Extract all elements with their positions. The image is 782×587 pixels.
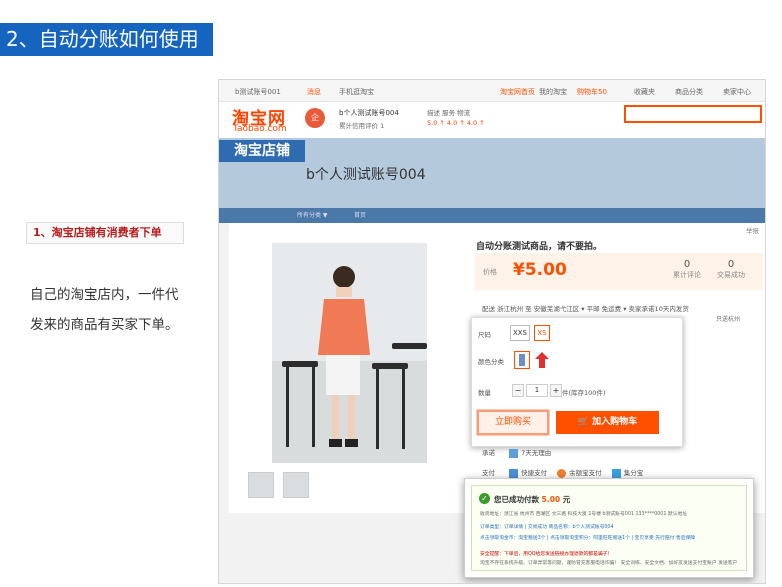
taobao-screenshot: b测试账号001 消息 手机逛淘宝 淘宝网首页 我的淘宝 购物车50 收藏夹 商… — [218, 79, 766, 584]
seller-center-link[interactable]: 卖家中心 — [723, 87, 751, 97]
rating-values: 5.0 ↑ 4.0 ↑ 4.0 ↑ — [427, 119, 485, 127]
yuebao-icon — [557, 468, 567, 478]
step-label: 1、淘宝店铺有消费者下单 — [26, 222, 184, 244]
step-description: 自己的淘宝店内，一件代发来的商品有买家下单。 — [30, 287, 179, 333]
mobile-link[interactable]: 手机逛淘宝 — [339, 87, 374, 97]
nav-all-categories[interactable]: 所有分类 ▼ — [297, 208, 328, 223]
promise-label: 承诺 — [482, 449, 495, 457]
color-swatch-2[interactable] — [534, 351, 550, 369]
cart-icon: 🛒 — [577, 417, 593, 427]
color-label: 颜色分类 — [478, 358, 504, 366]
size-label: 尺码 — [478, 331, 491, 339]
favorites-link[interactable]: 收藏夹 — [634, 87, 655, 97]
promise-row: 承诺 7天无理由 — [482, 447, 551, 458]
promise-value: 7天无理由 — [521, 449, 552, 457]
shop-tag: 淘宝店铺 — [219, 140, 305, 162]
my-taobao-link[interactable]: 我的淘宝 — [539, 87, 567, 97]
success-title-suffix: 元 — [562, 495, 571, 504]
cart-link[interactable]: 购物车50 — [577, 87, 607, 97]
add-to-cart-label: 加入购物车 — [592, 417, 638, 427]
enterprise-shop-icon: 企 — [305, 108, 325, 128]
pay-label: 支付 — [482, 469, 495, 477]
buy-now-button[interactable]: 立即购买 — [478, 411, 548, 434]
payment-success-panel: ✓ 您已成功付款 5.00 元 收货地址：浙江省 杭州市 西湖区 文三路 科技大… — [464, 478, 754, 578]
messages-link[interactable]: 消息 — [307, 87, 321, 97]
account-link[interactable]: b测试账号001 — [235, 87, 281, 97]
shop-banner: 淘宝店铺 b个人测试账号004 — [219, 138, 765, 208]
red-shirt-icon — [535, 352, 549, 368]
pay-option-quick: 快捷支付 — [521, 469, 548, 477]
pay-option-jifenbao: 集分宝 — [623, 469, 644, 477]
size-option-xs[interactable]: XS — [534, 325, 550, 341]
product-image[interactable] — [272, 243, 427, 463]
categories-link[interactable]: 商品分类 — [675, 87, 703, 97]
success-amount: 5.00 — [541, 495, 561, 504]
shop-name: b个人测试账号004 — [306, 167, 426, 183]
stock-note: 件(库存100件) — [562, 389, 606, 397]
success-security-warning: 安全提醒：下单后，用QQ给您发送链接办理退款的都是骗子！ — [480, 552, 613, 557]
nav-home[interactable]: 首页 — [354, 208, 366, 223]
color-swatch-1-image — [519, 354, 525, 366]
price-label: 价格 — [483, 268, 497, 276]
seven-days-icon — [509, 448, 519, 458]
success-rewards[interactable]: 点击领取淘金币：淘宝赠送3个 | 点击领取淘宝积分：阿里旺旺赠送1个 | 宝贝享… — [480, 534, 695, 541]
success-address: 收货地址：浙江省 杭州市 西湖区 文三路 科技大厦 1号楼 b测试账号001 1… — [480, 512, 688, 517]
product-title: 自动分账测试商品，请不要拍。 — [476, 242, 603, 252]
site-header: 淘宝网 Taobao.com 企 b个人测试账号004 累计信用评价 1 描述 … — [219, 102, 765, 138]
qty-input[interactable]: 1 — [526, 384, 548, 397]
qty-decrease-button[interactable]: − — [512, 384, 524, 397]
qty-label: 数量 — [478, 389, 491, 397]
price-value: ¥5.00 — [513, 260, 567, 280]
jifenbao-icon — [611, 468, 621, 478]
taobao-logo-en: Taobao.com — [233, 124, 287, 134]
thumbnail-1[interactable] — [248, 472, 274, 498]
payment-row: 支付 快捷支付 余额宝支付 集分宝 — [482, 467, 643, 478]
success-check-icon: ✓ — [479, 493, 490, 504]
home-link[interactable]: 淘宝网首页 — [500, 87, 535, 97]
add-to-cart-button[interactable]: 🛒 加入购物车 — [556, 411, 659, 434]
success-title-prefix: 您已成功付款 — [494, 495, 539, 504]
shop-rating: 描述 服务 物流 5.0 ↑ 4.0 ↑ 4.0 ↑ — [427, 108, 485, 128]
reviews-label: 累计评论 — [673, 271, 701, 279]
quick-pay-icon — [509, 468, 519, 478]
price-box: 价格 ¥5.00 0 累计评论 0 交易成功 — [475, 253, 763, 290]
reviews-count: 0 — [683, 259, 691, 270]
deals-label: 交易成功 — [717, 271, 745, 279]
shop-nav: 所有分类 ▼ 首页 — [219, 208, 765, 223]
qty-increase-button[interactable]: + — [550, 384, 562, 397]
size-option-xxs[interactable]: XXS — [510, 325, 530, 341]
thumbnail-2[interactable] — [283, 472, 309, 498]
color-swatch-1[interactable] — [514, 351, 530, 369]
success-security-note: 淘宝不存在系统升级、订单异常等问题，谨防冒充客服电话诈骗！ 安全训练、安全文档、… — [480, 561, 738, 566]
shipping-info: 配送 浙江杭州 至 安徽芜湖弋江区 ▾ 平邮 免运费 ▾ 卖家承诺10天内发货 — [482, 305, 689, 313]
top-bar: b测试账号001 消息 手机逛淘宝 淘宝网首页 我的淘宝 购物车50 收藏夹 商… — [219, 80, 765, 102]
rating-labels: 描述 服务 物流 — [427, 109, 471, 117]
success-order-info[interactable]: 订单类型：订单详情 | 交易成功 商品名称：b个人测试账号004 — [480, 523, 614, 530]
shop-mini-name[interactable]: b个人测试账号004 — [339, 108, 399, 118]
payment-success-inner: ✓ 您已成功付款 5.00 元 收货地址：浙江省 杭州市 西湖区 文三路 科技大… — [471, 485, 747, 571]
pay-option-yuebao: 余额宝支付 — [569, 469, 602, 477]
deals-count: 0 — [727, 259, 735, 270]
success-title: 您已成功付款 5.00 元 — [494, 494, 570, 505]
report-link[interactable]: 举报 — [746, 225, 759, 235]
reviews-stat: 0 累计评论 — [667, 259, 707, 280]
product-photo-graphic — [272, 243, 427, 463]
shop-credit: 累计信用评价 1 — [339, 122, 385, 130]
shipping-note: 只送杭州 — [716, 316, 741, 323]
deals-stat: 0 交易成功 — [711, 259, 751, 280]
slide-title: 2、自动分账如何使用 — [0, 23, 213, 56]
search-input[interactable] — [624, 105, 762, 123]
sku-popup: 尺码 XXS XS 颜色分类 数量 − 1 + 件(库存100件) 立即购买 🛒… — [471, 317, 683, 447]
